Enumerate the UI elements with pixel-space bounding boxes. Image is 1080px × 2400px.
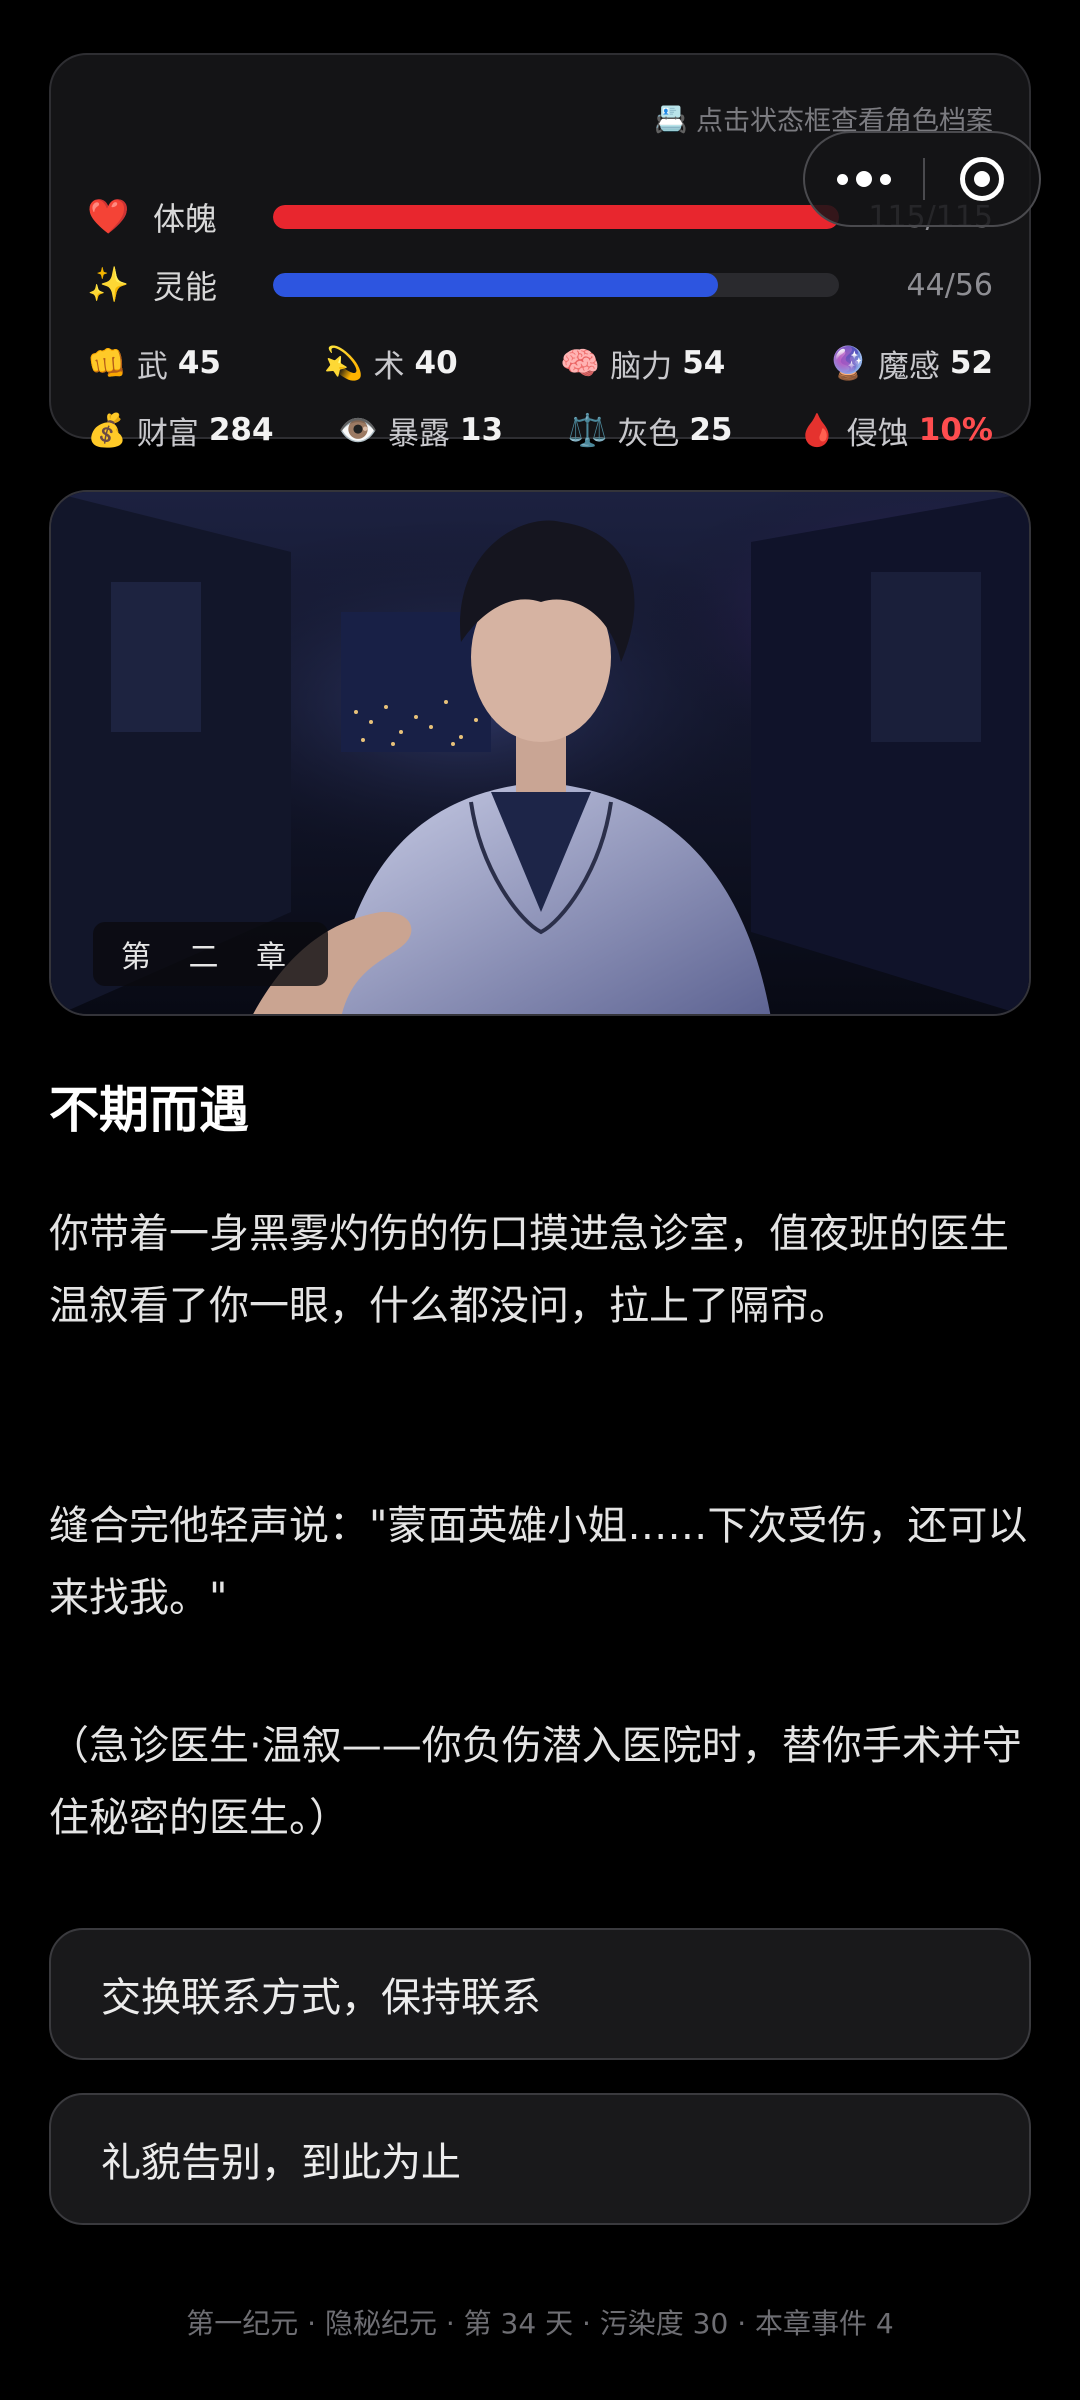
stat-value: 284 xyxy=(208,412,274,448)
eye-icon: 👁️ xyxy=(338,411,378,449)
mp-bar-fill xyxy=(273,273,718,297)
story-paragraph: （急诊医生·温叙——你负伤潜入医院时，替你手术并守住秘密的医生。） xyxy=(49,1723,1022,1841)
stat-value: 13 xyxy=(459,412,504,448)
hp-label: 体魄 xyxy=(153,200,218,238)
hp-bar-fill xyxy=(273,205,839,229)
chapter-illustration: 第 二 章 xyxy=(49,490,1031,1016)
stat-value: 45 xyxy=(177,345,221,381)
stat-label: 术 xyxy=(373,348,405,385)
stat-label: 灰色 xyxy=(617,415,680,452)
mp-value: 44/56 xyxy=(906,267,993,303)
story-paragraph: 你带着一身黑雾灼伤的伤口摸进急诊室，值夜班的医生温叙看了你一眼，什么都没问，拉上… xyxy=(49,1211,1009,1329)
stat-wealth: 💰 财富 284 xyxy=(87,408,274,453)
fist-icon: 👊 xyxy=(87,344,127,382)
game-progress-footer: 第一纪元 · 隐秘纪元 · 第 34 天 · 污染度 30 · 本章事件 4 xyxy=(186,2307,894,2340)
money-bag-icon: 💰 xyxy=(87,411,127,449)
choice-exchange-contact-button[interactable]: 交换联系方式，保持联系 xyxy=(49,1928,1031,2060)
brain-icon: 🧠 xyxy=(560,344,601,382)
stat-value: 52 xyxy=(949,345,993,381)
stats-row-2: 💰 财富 284 👁️ 暴露 13 ⚖️ 灰色 25 🩸 侵蚀 10% xyxy=(87,405,993,455)
mp-label: 灵能 xyxy=(153,268,218,306)
blood-drop-icon: 🩸 xyxy=(796,411,837,449)
stat-intellect: 🧠 脑力 54 xyxy=(560,341,725,386)
stat-label: 武 xyxy=(136,348,168,385)
status-card[interactable]: 📇 点击状态框查看角色档案 ❤️ 体魄 115/115 ✨ 灵能 44/56 👊… xyxy=(49,53,1031,452)
hp-bar xyxy=(273,205,839,229)
stat-martial: 👊 武 45 xyxy=(87,341,221,386)
stat-label: 脑力 xyxy=(610,348,673,385)
dot xyxy=(856,171,872,187)
stat-gray: ⚖️ 灰色 25 xyxy=(567,408,732,453)
stat-label: 财富 xyxy=(136,415,199,452)
stat-value: 54 xyxy=(682,345,726,381)
close-circle-icon[interactable] xyxy=(925,133,1039,225)
heart-icon: ❤️ xyxy=(87,197,130,237)
dizzy-star-icon: 💫 xyxy=(323,344,364,382)
scales-icon: ⚖️ xyxy=(567,411,608,449)
stat-value: 25 xyxy=(689,412,733,448)
id-card-icon: 📇 xyxy=(654,103,688,135)
mp-bar xyxy=(273,273,839,297)
stats-row-1: 👊 武 45 💫 术 40 🧠 脑力 54 🔮 魔感 52 xyxy=(87,338,993,388)
stat-label: 魔感 xyxy=(877,348,940,385)
sparkles-icon: ✨ xyxy=(87,265,130,305)
stat-value: 10% xyxy=(918,412,993,448)
stat-value: 40 xyxy=(414,345,458,381)
choice-polite-farewell-button[interactable]: 礼貌告别，到此为止 xyxy=(49,2093,1031,2225)
close-ring xyxy=(960,157,1004,201)
miniprogram-capsule xyxy=(803,131,1041,227)
stat-magic-sense: 🔮 魔感 52 xyxy=(828,341,993,386)
chapter-badge: 第 二 章 xyxy=(93,922,329,986)
more-dots-icon[interactable] xyxy=(805,133,923,225)
mp-row: ✨ 灵能 44/56 xyxy=(87,260,993,310)
dot xyxy=(837,173,848,185)
stat-label: 暴露 xyxy=(387,415,450,452)
crystal-ball-icon: 🔮 xyxy=(828,344,868,382)
story-paragraph: 缝合完他轻声说："蒙面英雄小姐……下次受伤，还可以来找我。" xyxy=(49,1503,1028,1621)
dot xyxy=(880,173,891,185)
stat-label: 侵蚀 xyxy=(846,415,909,452)
chapter-title: 不期而遇 xyxy=(49,1081,249,1139)
stat-corrosion: 🩸 侵蚀 10% xyxy=(797,408,993,453)
stat-exposure: 👁️ 暴露 13 xyxy=(338,408,503,453)
stat-spell: 💫 术 40 xyxy=(324,341,458,386)
